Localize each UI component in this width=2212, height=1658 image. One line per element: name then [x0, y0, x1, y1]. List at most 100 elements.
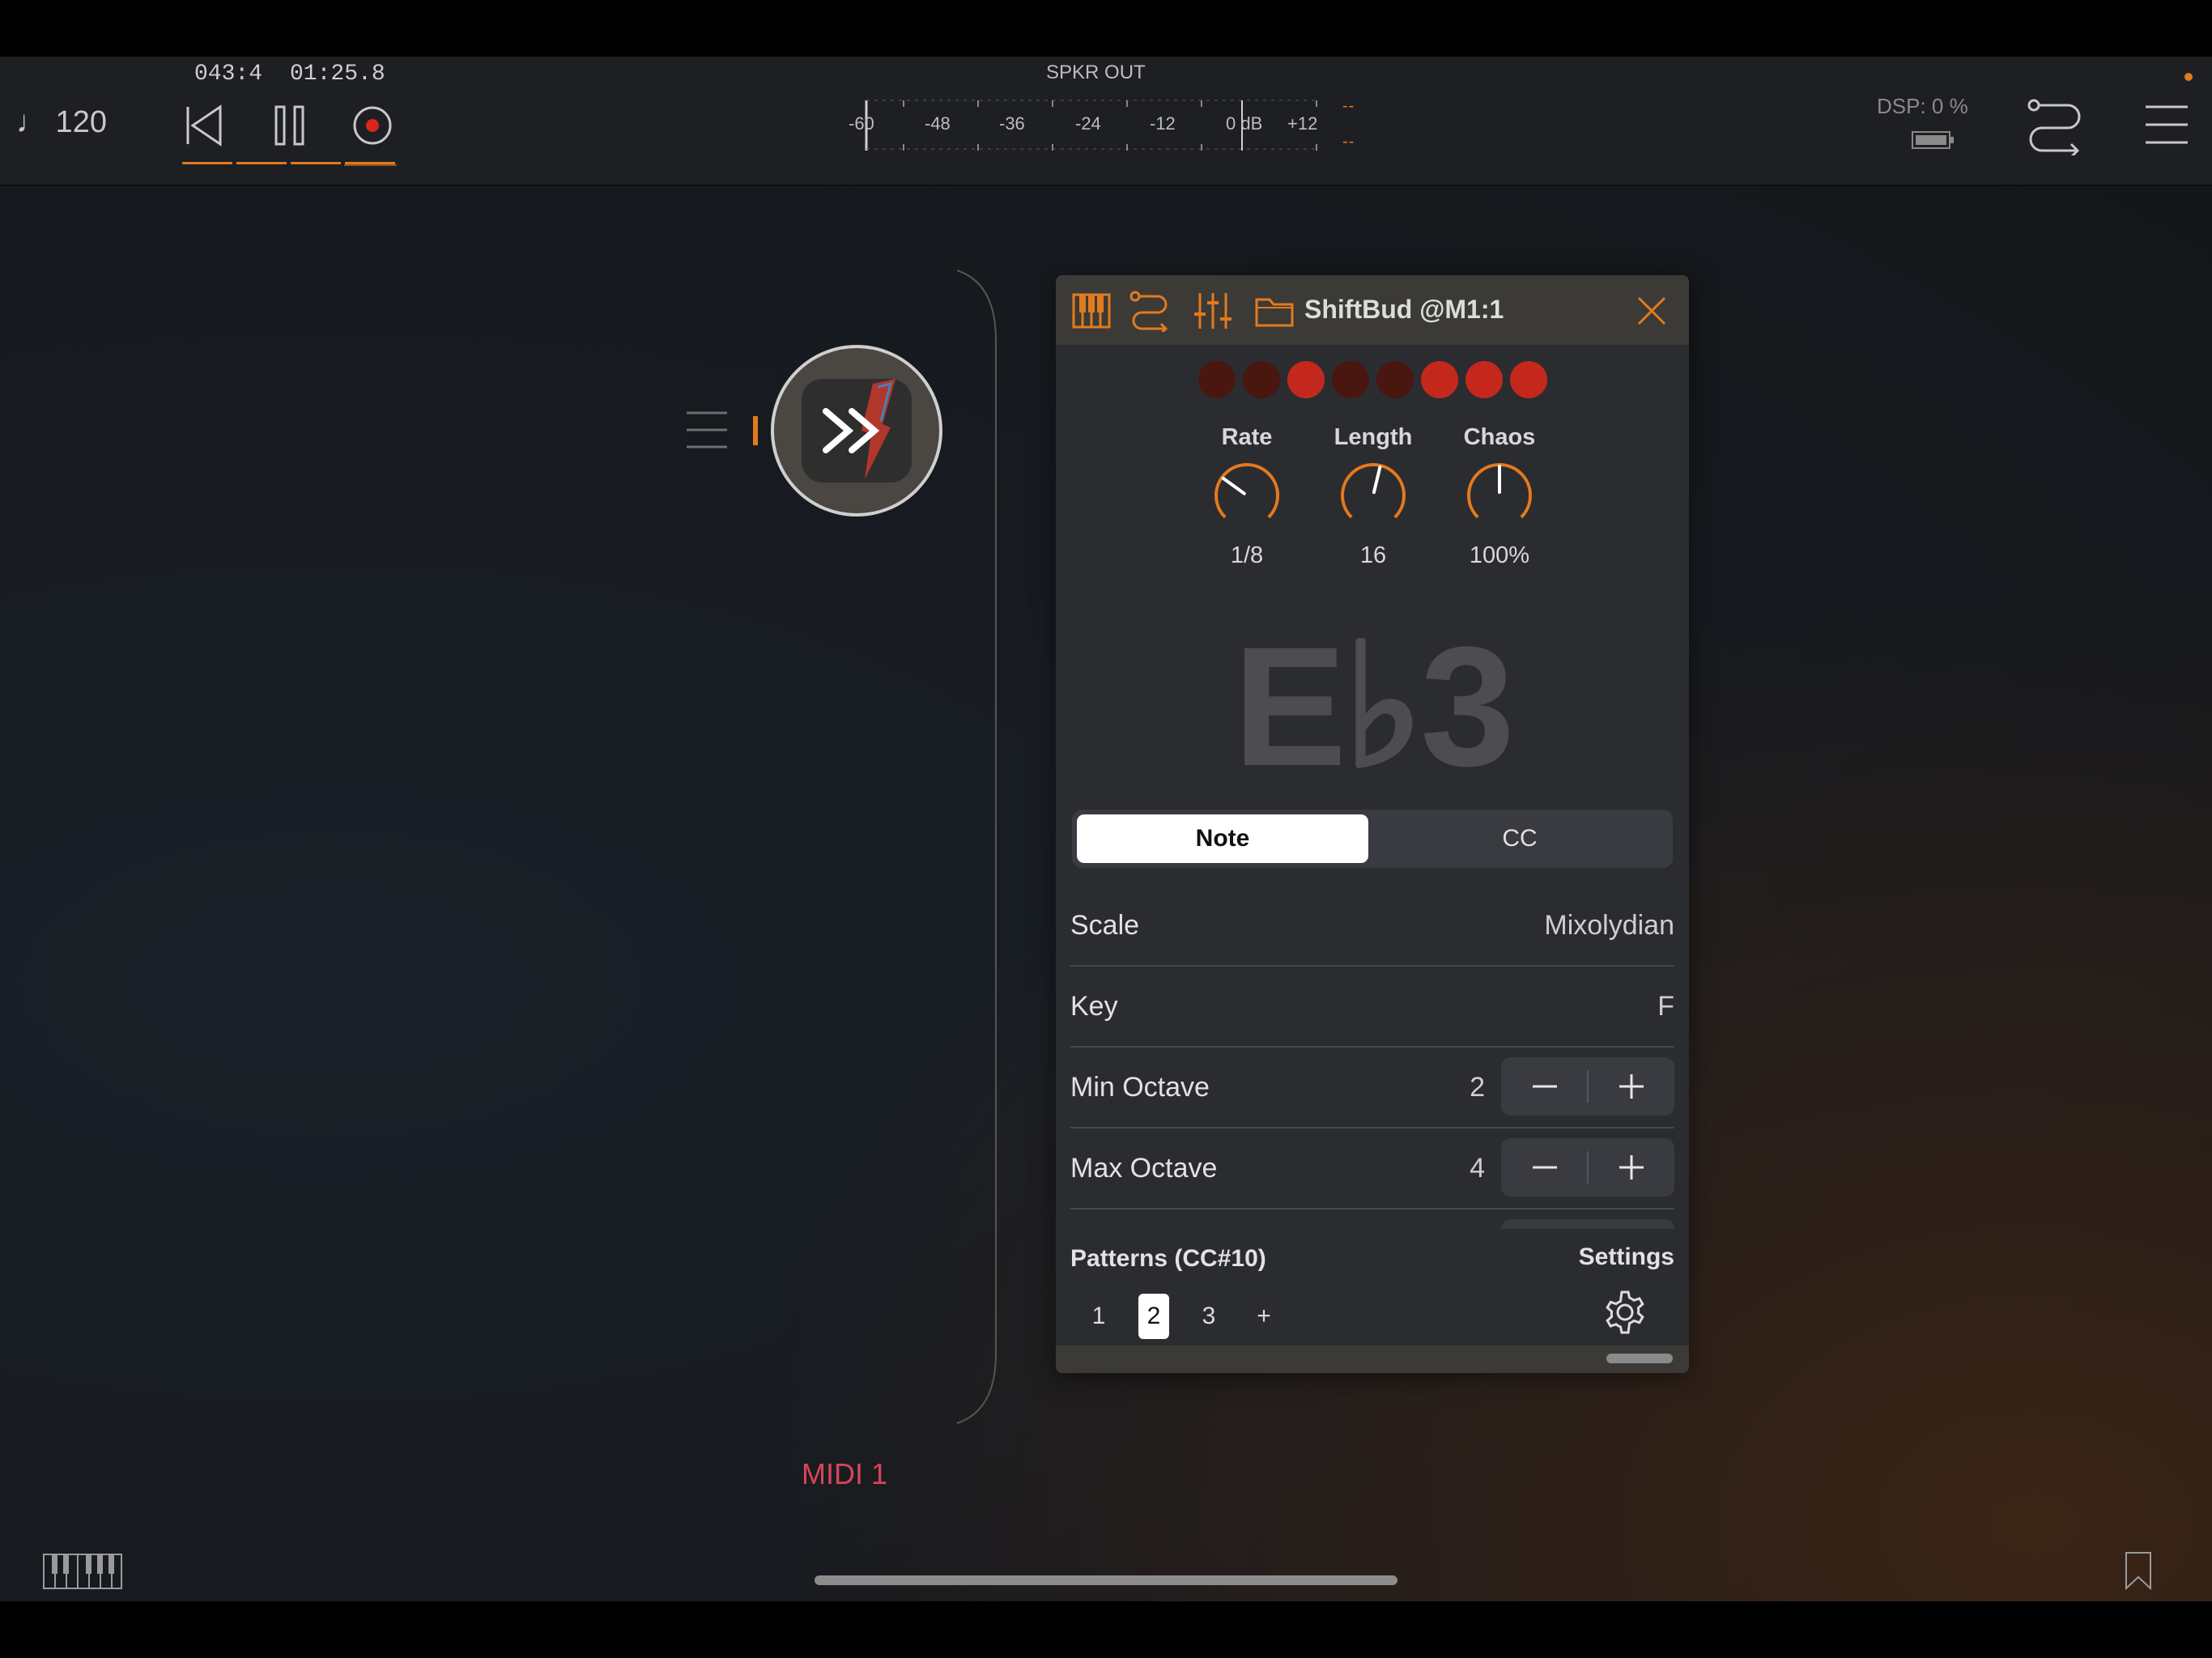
- piano-icon: [1072, 293, 1111, 329]
- shiftbud-plugin-node[interactable]: [769, 343, 944, 518]
- mode-cc-tab[interactable]: CC: [1372, 814, 1668, 863]
- hamburger-icon: [2146, 105, 2188, 144]
- min-octave-row: Min Octave 2: [1070, 1046, 1674, 1129]
- patterns-label: Patterns (CC#10): [1070, 1245, 1266, 1272]
- key-value: F: [1657, 991, 1674, 1022]
- key-label: Key: [1070, 991, 1118, 1022]
- list-icon: [687, 411, 727, 449]
- pattern-2-button[interactable]: 2: [1138, 1294, 1169, 1339]
- step-dot: [1243, 361, 1280, 398]
- step-dot: [1287, 361, 1325, 398]
- loop-indicator: [291, 162, 341, 164]
- plus-icon: [1619, 1155, 1644, 1180]
- min-octave-stepper: [1501, 1057, 1674, 1116]
- settings-button[interactable]: [1602, 1289, 1648, 1336]
- skip-back-icon: [186, 104, 222, 147]
- meter-tick-label: -48: [925, 113, 951, 134]
- mode-note-tab[interactable]: Note: [1077, 814, 1368, 863]
- key-row[interactable]: Key F: [1070, 965, 1674, 1048]
- peak-indicator-right: --: [1342, 133, 1355, 151]
- loop-indicator: [236, 162, 287, 164]
- step-dot: [1421, 361, 1458, 398]
- meter-title: SPKR OUT: [1046, 62, 1146, 83]
- parameters-button[interactable]: [1192, 290, 1234, 332]
- home-indicator[interactable]: [815, 1575, 1397, 1585]
- plugin-footer: [1056, 1346, 1689, 1373]
- plugin-routing-button[interactable]: [1129, 290, 1171, 335]
- max-octave-row: Max Octave 4: [1070, 1127, 1674, 1209]
- pause-icon: [274, 105, 304, 146]
- pattern-3-button[interactable]: 3: [1193, 1294, 1224, 1339]
- slot-menu-button[interactable]: [685, 408, 729, 452]
- min-octave-increment[interactable]: [1588, 1057, 1674, 1116]
- scale-value: Mixolydian: [1544, 910, 1674, 941]
- bar-position: 043:4: [194, 62, 263, 87]
- step-dot: [1465, 361, 1503, 398]
- pause-button[interactable]: [266, 101, 314, 150]
- meter-tick-label: -12: [1150, 113, 1176, 134]
- knob-label-chaos: Chaos: [1463, 424, 1536, 450]
- bookmark-icon: [2125, 1552, 2151, 1591]
- dsp-load: DSP: 0 %: [1877, 94, 1968, 118]
- record-button[interactable]: [348, 101, 397, 150]
- max-octave-label: Max Octave: [1070, 1153, 1218, 1184]
- step-dot: [1332, 361, 1369, 398]
- add-pattern-button[interactable]: +: [1249, 1294, 1279, 1339]
- plugin-title: ShiftBud @M1:1: [1304, 295, 1504, 324]
- scale-label: Scale: [1070, 910, 1140, 941]
- pattern-1-button[interactable]: 1: [1083, 1294, 1114, 1339]
- routing-button[interactable]: [2026, 97, 2084, 159]
- max-octave-value: 4: [1470, 1153, 1485, 1184]
- current-note-display: E♭3: [1233, 611, 1515, 801]
- settings-label: Settings: [1578, 1244, 1674, 1270]
- presets-button[interactable]: [1253, 290, 1295, 332]
- knob-value-chaos: 100%: [1469, 542, 1530, 568]
- knob-dial-icon: [1467, 463, 1532, 519]
- loop-indicator: [344, 164, 397, 166]
- step-dot: [1198, 361, 1236, 398]
- min-octave-label: Min Octave: [1070, 1072, 1210, 1103]
- loop-indicator: [182, 162, 232, 164]
- battery-icon: [1911, 130, 1956, 155]
- chaos-knob[interactable]: [1464, 460, 1535, 531]
- knob-value-length: 16: [1359, 542, 1387, 568]
- keyboard-toggle-button[interactable]: [42, 1553, 123, 1590]
- notification-dot: [2184, 73, 2193, 81]
- rate-knob[interactable]: [1211, 460, 1283, 531]
- knob-dial-icon: [1214, 463, 1279, 519]
- bookmark-button[interactable]: [2125, 1551, 2152, 1591]
- knob-label-rate: Rate: [1221, 424, 1273, 450]
- length-knob[interactable]: [1338, 460, 1409, 531]
- next-stepper-partial: [1501, 1219, 1674, 1229]
- minus-icon: [1532, 1166, 1557, 1169]
- knob-value-rate: 1/8: [1230, 542, 1264, 568]
- min-octave-decrement[interactable]: [1501, 1057, 1588, 1116]
- meter-tick-label: +12: [1287, 113, 1318, 134]
- routing-icon: [1129, 291, 1168, 335]
- meter-tick-label: -36: [999, 113, 1025, 134]
- max-octave-stepper: [1501, 1138, 1674, 1197]
- main-menu-button[interactable]: [2146, 104, 2188, 146]
- close-icon: [1637, 296, 1666, 325]
- minus-icon: [1532, 1085, 1557, 1088]
- folder-icon: [1255, 298, 1294, 327]
- plugin-window: ShiftBud @M1:1 Rate Length Chaos 1/8 16 …: [1056, 275, 1689, 1373]
- close-button[interactable]: [1634, 293, 1670, 329]
- max-octave-decrement[interactable]: [1501, 1138, 1588, 1197]
- meter-tick-label: -60: [849, 113, 874, 134]
- rewind-button[interactable]: [180, 101, 228, 150]
- track-name[interactable]: MIDI 1: [802, 1457, 887, 1491]
- knob-label-length: Length: [1334, 424, 1413, 450]
- scale-row[interactable]: Scale Mixolydian: [1070, 884, 1674, 967]
- keyboard-button[interactable]: [1070, 290, 1112, 332]
- tempo-display[interactable]: ♩ 120: [16, 105, 107, 140]
- step-dot: [1376, 361, 1414, 398]
- meter-tick-label: -24: [1075, 113, 1101, 134]
- sliders-icon: [1194, 293, 1231, 329]
- record-icon: [353, 106, 392, 145]
- piano-icon: [43, 1554, 122, 1589]
- meter-tick-label: 0 dB: [1226, 113, 1263, 134]
- max-octave-increment[interactable]: [1588, 1138, 1674, 1197]
- resize-handle[interactable]: [1606, 1354, 1673, 1363]
- routing-icon: [2027, 99, 2081, 159]
